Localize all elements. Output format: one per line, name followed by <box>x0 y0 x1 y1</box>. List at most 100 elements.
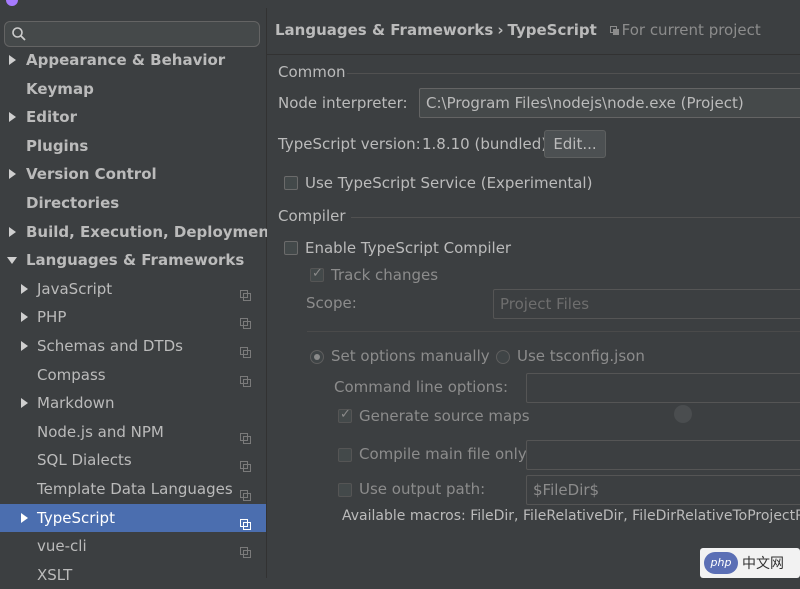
sidebar-item-php[interactable]: PHP <box>0 303 266 331</box>
compile-main-file-label[interactable]: Compile main file only: <box>359 445 531 463</box>
chevron-right-icon[interactable] <box>19 398 29 409</box>
chevron-right-icon[interactable] <box>19 283 29 294</box>
edit-version-button[interactable]: Edit... <box>544 130 606 158</box>
sidebar-item-label: TypeScript <box>37 508 115 527</box>
sidebar-item-label: PHP <box>37 308 67 327</box>
chevron-right-icon[interactable] <box>19 341 29 351</box>
use-typescript-service-checkbox[interactable] <box>284 176 298 190</box>
sidebar-item-node-js-and-npm[interactable]: Node.js and NPM <box>0 418 266 446</box>
chevron-right-icon[interactable] <box>7 226 17 237</box>
command-line-options-field[interactable] <box>526 373 800 403</box>
sidebar-item-label: Keymap <box>26 79 94 98</box>
title-bar <box>0 0 800 8</box>
sidebar-item-label: Version Control <box>26 165 157 184</box>
search-input[interactable] <box>4 21 260 47</box>
project-scope-icon <box>609 25 619 35</box>
use-tsconfig-label[interactable]: Use tsconfig.json <box>517 347 645 365</box>
enable-compiler-label[interactable]: Enable TypeScript Compiler <box>305 239 511 257</box>
chevron-right-icon[interactable] <box>7 112 17 123</box>
sidebar-item-editor[interactable]: Editor <box>0 103 266 131</box>
sidebar-item-label: JavaScript <box>37 279 113 298</box>
project-scope-icon <box>240 454 252 473</box>
project-scope-icon <box>240 483 252 501</box>
breadcrumb-separator: › <box>497 21 504 39</box>
breadcrumb-current: TypeScript <box>507 21 597 39</box>
project-scope-icon <box>240 512 252 530</box>
project-scope-icon <box>240 369 252 387</box>
search-icon <box>12 27 26 41</box>
use-typescript-service-label[interactable]: Use TypeScript Service (Experimental) <box>305 174 592 192</box>
typescript-version-value: 1.8.10 (bundled) <box>422 135 548 153</box>
header-divider <box>267 54 800 55</box>
app-logo-icon <box>6 0 18 6</box>
breadcrumb: Languages & Frameworks › TypeScript For cu… <box>275 21 761 39</box>
compile-main-file-field[interactable] <box>526 440 800 470</box>
enable-compiler-checkbox[interactable] <box>284 241 298 255</box>
sidebar-item-xslt[interactable]: XSLT <box>0 561 266 589</box>
track-changes-label[interactable]: Track changes <box>331 266 438 284</box>
sidebar-item-vue-cli[interactable]: vue-cli <box>0 532 266 560</box>
chevron-right-icon[interactable] <box>7 55 17 65</box>
compiler-options-divider <box>307 331 800 332</box>
compile-main-file-checkbox[interactable] <box>338 448 352 462</box>
compiler-section-title: Compiler <box>278 207 346 225</box>
project-scope-icon <box>240 311 252 330</box>
sidebar-item-languages-frameworks[interactable]: Languages & Frameworks <box>0 246 266 274</box>
site-watermark: php 中文网 <box>700 548 800 578</box>
sidebar-item-typescript[interactable]: TypeScript <box>0 503 266 532</box>
sidebar-item-markdown[interactable]: Markdown <box>0 389 266 417</box>
loading-spinner-icon <box>674 405 692 423</box>
sidebar-item-schemas-and-dtds[interactable]: Schemas and DTDs <box>0 332 266 360</box>
generate-source-maps-label[interactable]: Generate source maps <box>359 407 530 425</box>
generate-source-maps-checkbox[interactable] <box>338 407 352 423</box>
sidebar-item-plugins[interactable]: Plugins <box>0 132 266 160</box>
use-tsconfig-radio[interactable] <box>496 350 510 364</box>
typescript-version-label: TypeScript version: <box>278 135 421 153</box>
scope-label: Scope: <box>306 294 357 312</box>
sidebar-item-label: Editor <box>26 108 77 127</box>
sidebar-item-label: Node.js and NPM <box>37 422 164 441</box>
settings-sidebar: Appearance & Behavior Keymap Editor Plugins… <box>0 8 276 584</box>
set-options-manually-label[interactable]: Set options manually <box>331 347 490 365</box>
sidebar-item-label: Plugins <box>26 136 89 155</box>
command-line-options-label: Command line options: <box>334 378 509 396</box>
available-macros-text: Available macros: FileDir, FileRelativeD… <box>342 508 800 524</box>
breadcrumb-parent[interactable]: Languages & Frameworks <box>275 21 493 39</box>
sidebar-item-build-execution-deployment[interactable]: Build, Execution, Deployment <box>0 218 276 246</box>
sidebar-item-javascript[interactable]: JavaScript <box>0 275 266 303</box>
sidebar-item-label: Schemas and DTDs <box>37 337 183 355</box>
sidebar-item-label: Appearance & Behavior <box>26 51 226 69</box>
chevron-right-icon[interactable] <box>19 312 29 323</box>
track-changes-checkbox[interactable] <box>310 266 324 282</box>
chevron-down-icon[interactable] <box>7 255 17 265</box>
sidebar-item-label: XSLT <box>37 565 73 584</box>
compiler-section-divider <box>351 217 800 218</box>
project-scope-label: For current project <box>621 21 761 39</box>
sidebar-item-label: vue-cli <box>37 537 87 556</box>
project-scope-icon <box>240 540 252 559</box>
sidebar-item-label: Markdown <box>37 394 115 413</box>
project-scope-icon <box>240 283 252 301</box>
common-section-title: Common <box>278 63 346 81</box>
set-options-manually-radio[interactable] <box>310 350 324 364</box>
chevron-right-icon[interactable] <box>19 512 29 523</box>
use-output-path-checkbox[interactable] <box>338 483 352 497</box>
sidebar-item-compass[interactable]: Compass <box>0 361 266 389</box>
node-interpreter-label: Node interpreter: <box>278 94 408 112</box>
settings-panel: Languages & Frameworks › TypeScript For cu… <box>267 8 800 578</box>
sidebar-item-keymap[interactable]: Keymap <box>0 75 266 103</box>
use-output-path-label[interactable]: Use output path: <box>359 480 485 498</box>
node-interpreter-field[interactable]: C:\Program Files\nodejs\node.exe (Projec… <box>419 88 800 118</box>
output-path-field[interactable]: $FileDir$ <box>526 475 800 505</box>
scope-field[interactable]: Project Files <box>493 289 800 319</box>
sidebar-item-appearance-behavior[interactable]: Appearance & Behavior <box>0 46 266 74</box>
sidebar-item-template-data-languages[interactable]: Template Data Languages <box>0 475 266 503</box>
sidebar-item-label: Compass <box>37 365 106 384</box>
sidebar-item-label: SQL Dialects <box>37 451 132 470</box>
sidebar-item-version-control[interactable]: Version Control <box>0 160 266 188</box>
sidebar-item-sql-dialects[interactable]: SQL Dialects <box>0 446 266 474</box>
sidebar-item-label: Languages & Frameworks <box>26 251 245 270</box>
chevron-right-icon[interactable] <box>7 169 17 180</box>
sidebar-item-label: Directories <box>26 194 120 212</box>
sidebar-item-directories[interactable]: Directories <box>0 189 266 217</box>
